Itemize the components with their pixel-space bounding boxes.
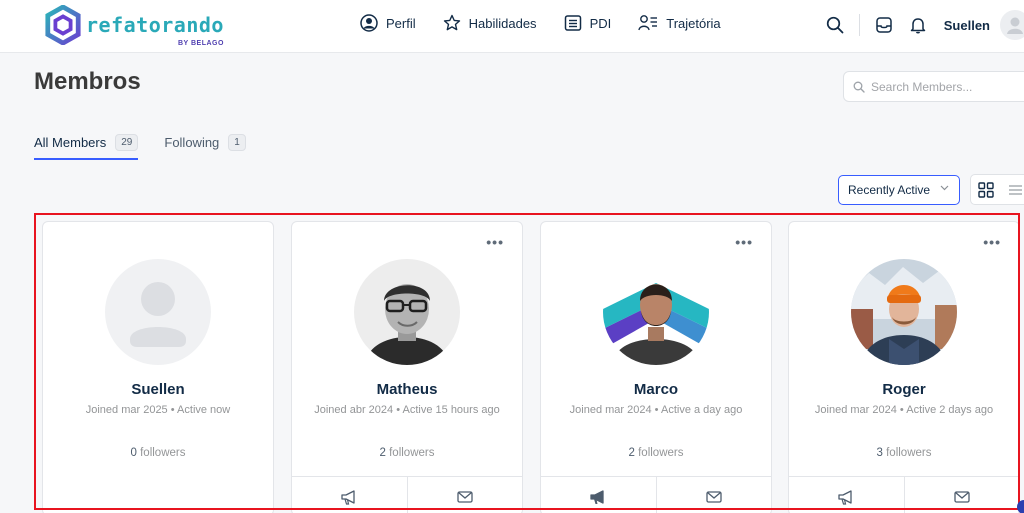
header-divider (858, 14, 860, 36)
grid-view-button[interactable] (971, 175, 1000, 204)
inbox-icon[interactable] (874, 15, 894, 35)
page-title: Membros (34, 68, 141, 95)
nav-item-perfil[interactable]: Perfil (360, 14, 416, 32)
nav-item-trajetoria[interactable]: Trajetória (638, 14, 721, 32)
user-path-icon (638, 15, 658, 31)
view-toggle (970, 174, 1024, 205)
floating-widget[interactable] (1017, 500, 1024, 513)
tab-label: All Members (34, 134, 107, 150)
header-user-name[interactable]: Suellen (944, 18, 990, 33)
nav-label: PDI (589, 15, 612, 31)
top-header: refatorando BY BELAGO Perfil Habilidades… (0, 0, 1024, 53)
chevron-down-icon (940, 185, 949, 191)
list-view-button[interactable] (1000, 175, 1024, 204)
brand-name: refatorando (86, 13, 224, 37)
member-search[interactable] (843, 71, 1024, 102)
brand-logo[interactable]: refatorando BY BELAGO (44, 4, 224, 47)
grid-icon (977, 181, 994, 198)
nav-label: Perfil (386, 15, 416, 31)
count-badge: 29 (115, 133, 139, 151)
bell-icon[interactable] (908, 15, 928, 35)
sort-selected-value: Recently Active (848, 183, 931, 197)
star-icon (443, 14, 460, 31)
selection-highlight (34, 213, 1020, 510)
brand-sub: BY BELAGO (177, 40, 224, 47)
hexagon-logo-icon (45, 5, 81, 45)
tab-all-members[interactable]: All Members 29 (34, 130, 139, 160)
nav-label: Trajetória (666, 15, 721, 31)
tab-label: Following (164, 134, 220, 150)
nav-label: Habilidades (468, 15, 537, 31)
search-input[interactable] (871, 79, 1021, 94)
default-avatar-icon (1007, 17, 1023, 34)
list-lines-icon (1008, 184, 1022, 195)
search-icon[interactable] (825, 15, 845, 35)
member-tabs: All Members 29 Following 1 (34, 130, 272, 160)
header-actions: Suellen (825, 8, 1024, 42)
count-badge: 1 (228, 133, 246, 151)
avatar[interactable] (1000, 10, 1024, 40)
user-circle-icon (360, 14, 378, 32)
sort-select[interactable]: Recently Active (838, 175, 960, 205)
tab-following[interactable]: Following 1 (164, 130, 246, 154)
nav-item-habilidades[interactable]: Habilidades (443, 14, 537, 32)
main-nav: Perfil Habilidades PDI Trajetória (360, 14, 748, 32)
list-icon (564, 15, 581, 31)
nav-item-pdi[interactable]: PDI (564, 14, 612, 32)
search-icon (853, 81, 865, 93)
